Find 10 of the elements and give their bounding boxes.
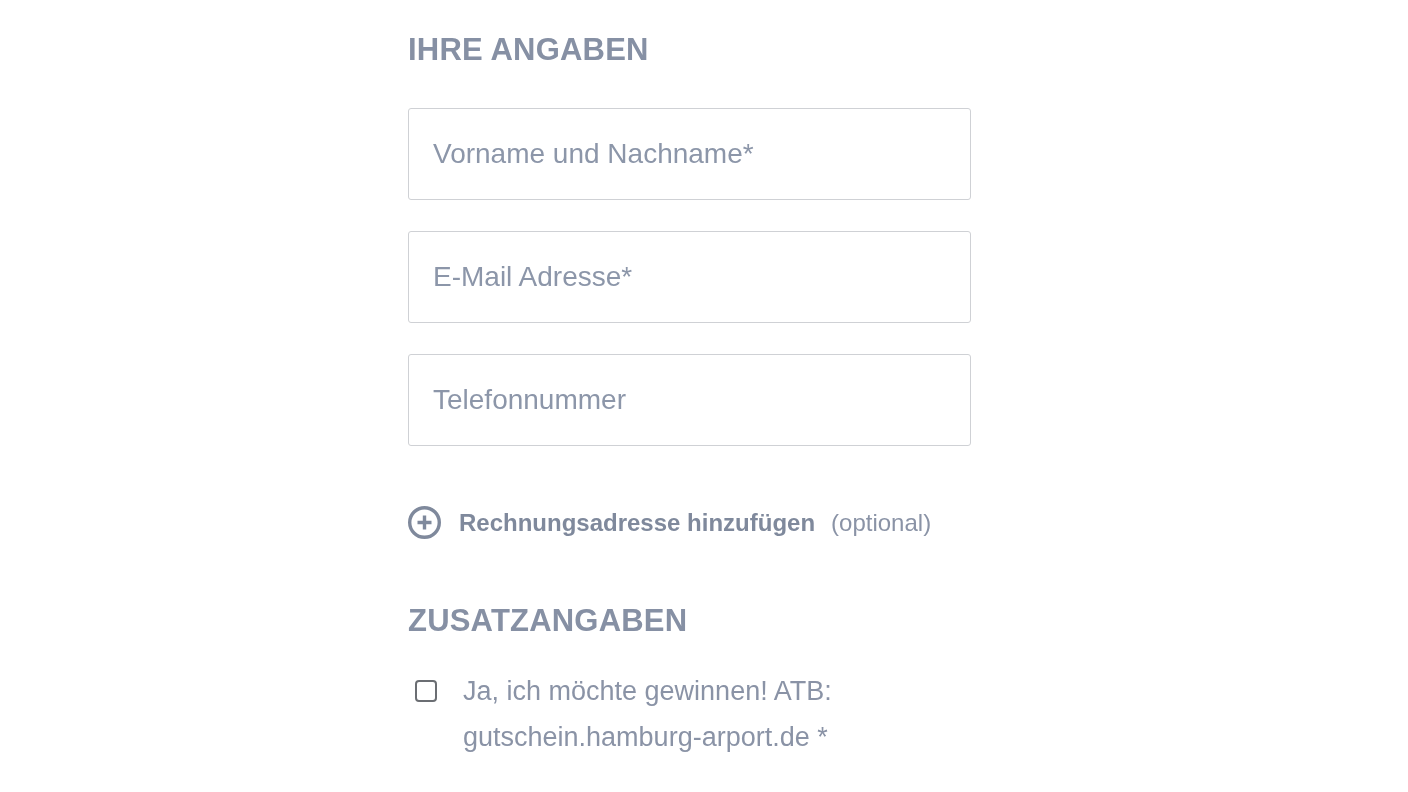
input-field[interactable]: Telefonnummer [408,354,971,446]
add-billing-address-link[interactable]: Rechnungsadresse hinzufügen [408,506,816,539]
checkbox-label: Ja, ich möchte gewinnen! ATB: gutschein.hamburg-arport.de * [463,675,833,754]
checkbox[interactable] [415,680,437,702]
input-field[interactable]: Vorname und Nachname* [408,108,971,200]
section-heading: IHRE ANGABEN [408,31,650,69]
optional-note: (optional) [831,508,932,537]
input-field[interactable]: E-Mail Adresse* [408,231,971,323]
section-heading: ZUSATZANGABEN [408,602,689,640]
plus-circle-icon [408,506,441,539]
